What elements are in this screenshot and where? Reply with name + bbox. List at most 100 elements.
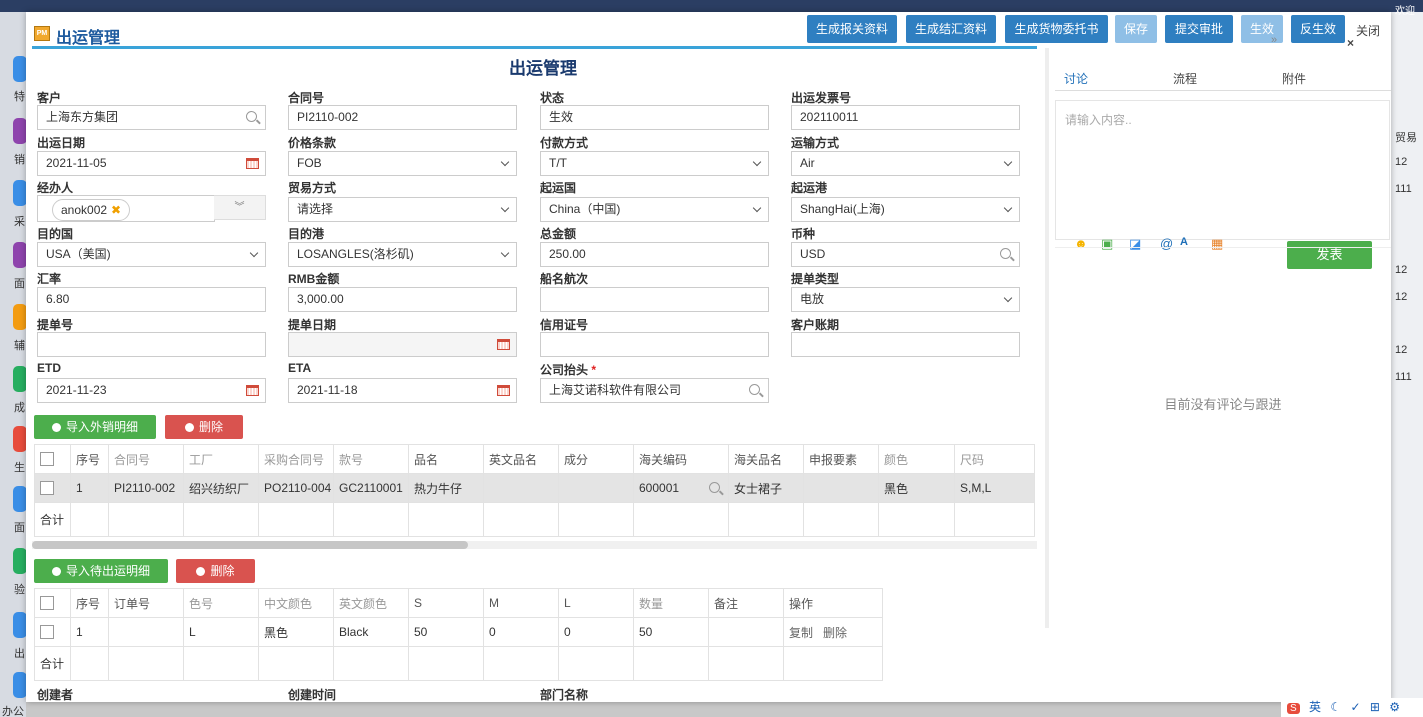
generate-settlement-button[interactable]: 生成结汇资料: [906, 15, 996, 43]
bg-cell: 贸易: [1395, 132, 1417, 144]
currency-field[interactable]: USD: [791, 242, 1020, 267]
emoji-icon[interactable]: ☻: [1074, 236, 1088, 251]
attach-icon[interactable]: ◪: [1129, 236, 1141, 252]
vessel-field[interactable]: [540, 287, 769, 312]
import-pending-button[interactable]: 导入待出运明细: [34, 559, 168, 583]
search-icon[interactable]: [246, 111, 257, 122]
submit-approval-button[interactable]: 提交审批: [1165, 15, 1233, 43]
horizontal-scrollbar[interactable]: [32, 541, 1037, 549]
app-icon[interactable]: [13, 426, 27, 452]
status-field[interactable]: 生效: [540, 105, 769, 130]
import-sales-button[interactable]: 导入外销明细: [34, 415, 156, 439]
copy-row-link[interactable]: 复制: [789, 626, 813, 640]
generate-cargo-button[interactable]: 生成货物委托书: [1005, 15, 1108, 43]
app-icon[interactable]: [13, 672, 27, 698]
table-cell: 0: [558, 617, 634, 647]
bl-date-label: 提单日期: [288, 318, 337, 332]
close-button[interactable]: 关闭: [1356, 22, 1380, 39]
rate-field[interactable]: 6.80: [37, 287, 266, 312]
search-icon[interactable]: [1000, 248, 1011, 259]
table-row[interactable]: 1 PI2110-002 绍兴纺织厂 PO2110-004 GC2110001 …: [34, 473, 1035, 503]
row-checkbox[interactable]: [34, 617, 71, 647]
keyboard-icon[interactable]: ⊞: [1370, 700, 1380, 714]
row-actions: 复制 删除: [783, 617, 883, 647]
col-header: S: [408, 588, 484, 618]
transport-select[interactable]: Air: [791, 151, 1020, 176]
app-icon[interactable]: [13, 486, 27, 512]
select-all-checkbox[interactable]: [34, 444, 71, 474]
bl-no-field[interactable]: [37, 332, 266, 357]
table-row[interactable]: 1 L 黑色 Black 50 0 0 50 复制 删除: [34, 617, 883, 647]
rmb-field[interactable]: 3,000.00: [288, 287, 517, 312]
col-header: 工厂: [183, 444, 259, 474]
ime-logo-icon[interactable]: S: [1287, 703, 1300, 714]
side-label: 辅: [14, 340, 25, 352]
app-icon[interactable]: [13, 56, 27, 82]
dest-country-label: 目的国: [37, 227, 74, 241]
calendar-icon[interactable]: [246, 158, 259, 169]
delete-sales-button[interactable]: 删除: [165, 415, 243, 439]
customer-term-field[interactable]: [791, 332, 1020, 357]
ime-lang[interactable]: 英: [1309, 698, 1321, 715]
handler-dropdown-button[interactable]: ︾: [214, 195, 266, 220]
origin-port-select[interactable]: ShangHai(上海): [791, 197, 1020, 222]
origin-country-select[interactable]: China（中国): [540, 197, 769, 222]
bl-date-field[interactable]: [288, 332, 517, 357]
row-checkbox[interactable]: [34, 473, 71, 503]
expand-icon[interactable]: »: [1271, 34, 1277, 46]
handler-field[interactable]: anok002 ✖: [37, 195, 215, 222]
tab-attachments[interactable]: 附件: [1282, 70, 1306, 87]
tray-icon[interactable]: ✓: [1350, 700, 1360, 714]
customer-field[interactable]: 上海东方集团: [37, 105, 266, 130]
app-icon[interactable]: [13, 304, 27, 330]
hs-code-cell[interactable]: 600001: [633, 473, 729, 503]
modal-header: PM 出运管理 生成报关资料 生成结汇资料 生成货物委托书 保存 提交审批 生效…: [26, 12, 1391, 50]
delete-row-link[interactable]: 删除: [823, 626, 847, 640]
send-button[interactable]: 发表: [1287, 241, 1372, 269]
system-tray: S 英 ☾ ✓ ⊞ ⚙: [1281, 698, 1423, 717]
remove-icon[interactable]: ✖: [111, 203, 121, 217]
dest-port-select[interactable]: LOSANGLES(洛杉矶): [288, 242, 517, 267]
moon-icon[interactable]: ☾: [1330, 700, 1341, 714]
payment-select[interactable]: T/T: [540, 151, 769, 176]
mention-icon[interactable]: @: [1160, 236, 1173, 251]
app-icon[interactable]: [13, 242, 27, 268]
deactivate-button[interactable]: 反生效: [1291, 15, 1345, 43]
eta-field[interactable]: 2021-11-18: [288, 378, 517, 403]
save-button[interactable]: 保存: [1115, 15, 1157, 43]
dest-country-select[interactable]: USA（美国): [37, 242, 266, 267]
contract-field[interactable]: PI2110-002: [288, 105, 517, 130]
comment-input[interactable]: 请输入内容.. ☻ ▣ ◪ @ A ▦ 发表: [1055, 100, 1390, 269]
calendar-icon[interactable]: [497, 339, 510, 350]
tab-workflow[interactable]: 流程: [1173, 70, 1197, 87]
select-all-checkbox[interactable]: [34, 588, 71, 618]
app-icon[interactable]: [13, 118, 27, 144]
image-icon[interactable]: ▣: [1101, 236, 1113, 252]
calendar-icon[interactable]: [246, 385, 259, 396]
invoice-field[interactable]: 202110011: [791, 105, 1020, 130]
origin-port-label: 起运港: [791, 181, 828, 195]
app-icon[interactable]: [13, 366, 27, 392]
table-icon[interactable]: ▦: [1211, 236, 1223, 252]
search-icon[interactable]: [709, 482, 720, 493]
lc-field[interactable]: [540, 332, 769, 357]
ship-date-field[interactable]: 2021-11-05: [37, 151, 266, 176]
scrollbar-thumb[interactable]: [32, 541, 468, 549]
trade-mode-select[interactable]: 请选择: [288, 197, 517, 222]
price-term-select[interactable]: FOB: [288, 151, 517, 176]
app-icon[interactable]: [13, 548, 27, 574]
generate-customs-button[interactable]: 生成报关资料: [807, 15, 897, 43]
app-icon[interactable]: [13, 612, 27, 638]
search-icon[interactable]: [749, 384, 760, 395]
company-header-field[interactable]: 上海艾诺科软件有限公司: [540, 378, 769, 403]
etd-field[interactable]: 2021-11-23: [37, 378, 266, 403]
total-amount-field[interactable]: 250.00: [540, 242, 769, 267]
bl-type-select[interactable]: 电放: [791, 287, 1020, 312]
app-icon[interactable]: [13, 180, 27, 206]
bg-cell: 111: [1395, 371, 1412, 383]
calendar-icon[interactable]: [497, 385, 510, 396]
settings-icon[interactable]: ⚙: [1389, 700, 1400, 714]
vertical-scrollbar[interactable]: [1045, 48, 1049, 628]
tab-discussion[interactable]: 讨论: [1064, 70, 1088, 87]
delete-pending-button[interactable]: 删除: [176, 559, 255, 583]
